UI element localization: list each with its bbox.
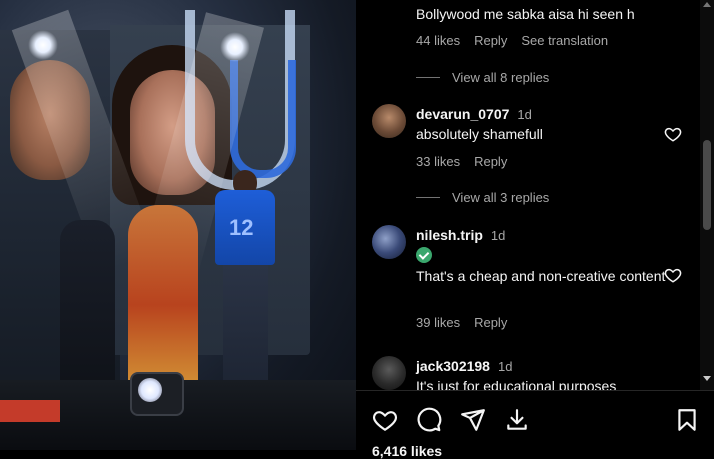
stage-sign [0,400,60,422]
stage-person [60,220,115,390]
view-replies-label: View all 8 replies [452,70,550,85]
comment-text: It's just for educational purposes [416,378,617,390]
instagram-post-view: 12 Bollywood me sabka aisa hi seen h 44 … [0,0,714,459]
comment-likes[interactable]: 44 likes [416,33,460,48]
view-replies-label: View all 3 replies [452,190,550,205]
comment-username[interactable]: jack302198 [416,358,490,374]
comment-text: Bollywood me sabka aisa hi seen h [416,6,635,22]
stage-light [220,32,250,62]
comment-header: jack302198 1d [416,358,512,374]
avatar[interactable] [372,356,406,390]
heart-icon[interactable] [664,266,682,284]
download-icon[interactable] [504,407,530,433]
comments-list[interactable]: Bollywood me sabka aisa hi seen h 44 lik… [356,0,700,390]
verified-badge-icon [416,247,432,263]
stage-light [28,30,58,60]
post-video[interactable]: 12 [0,0,356,450]
see-translation-button[interactable]: See translation [521,33,608,48]
comment-time: 1d [490,228,506,243]
comment-header: nilesh.trip 1d [416,227,505,243]
comment-header: devarun_0707 1d [416,106,532,122]
reply-button[interactable]: Reply [474,154,507,169]
spotlight-fixture [130,372,184,416]
replies-divider [416,197,440,198]
avatar[interactable] [372,104,406,138]
comment-likes[interactable]: 39 likes [416,315,460,330]
scrollbar-thumb[interactable] [703,140,711,230]
bookmark-icon[interactable] [674,407,700,433]
comment-text: That's a cheap and non-creative content [416,268,666,284]
scroll-up-arrow-icon[interactable] [703,2,711,7]
view-replies-button[interactable]: View all 3 replies [416,190,549,205]
reply-button[interactable]: Reply [474,33,507,48]
post-action-bar: 6,416 likes [356,390,714,459]
share-icon[interactable] [460,407,486,433]
post-likes-count[interactable]: 6,416 likes [372,443,442,459]
comment-meta: 33 likes Reply [416,154,507,169]
avatar[interactable] [372,225,406,259]
scroll-down-arrow-icon[interactable] [703,376,711,381]
replies-divider [416,77,440,78]
comment-username[interactable]: devarun_0707 [416,106,509,122]
comment-time: 1d [497,359,513,374]
comment-username[interactable]: nilesh.trip [416,227,483,243]
comments-scrollbar[interactable] [700,0,714,390]
comment-likes[interactable]: 33 likes [416,154,460,169]
heart-icon[interactable] [372,407,398,433]
comment-text: absolutely shamefull [416,126,543,142]
comment-meta: 44 likes Reply See translation [416,33,608,48]
view-replies-button[interactable]: View all 8 replies [416,70,549,85]
reply-button[interactable]: Reply [474,315,507,330]
comment-icon[interactable] [416,407,442,433]
heart-icon[interactable] [664,125,682,143]
stage-player: 12 [205,170,283,405]
comment-time: 1d [517,107,532,122]
comments-panel: Bollywood me sabka aisa hi seen h 44 lik… [356,0,714,459]
comment-meta: 39 likes Reply [416,315,507,330]
